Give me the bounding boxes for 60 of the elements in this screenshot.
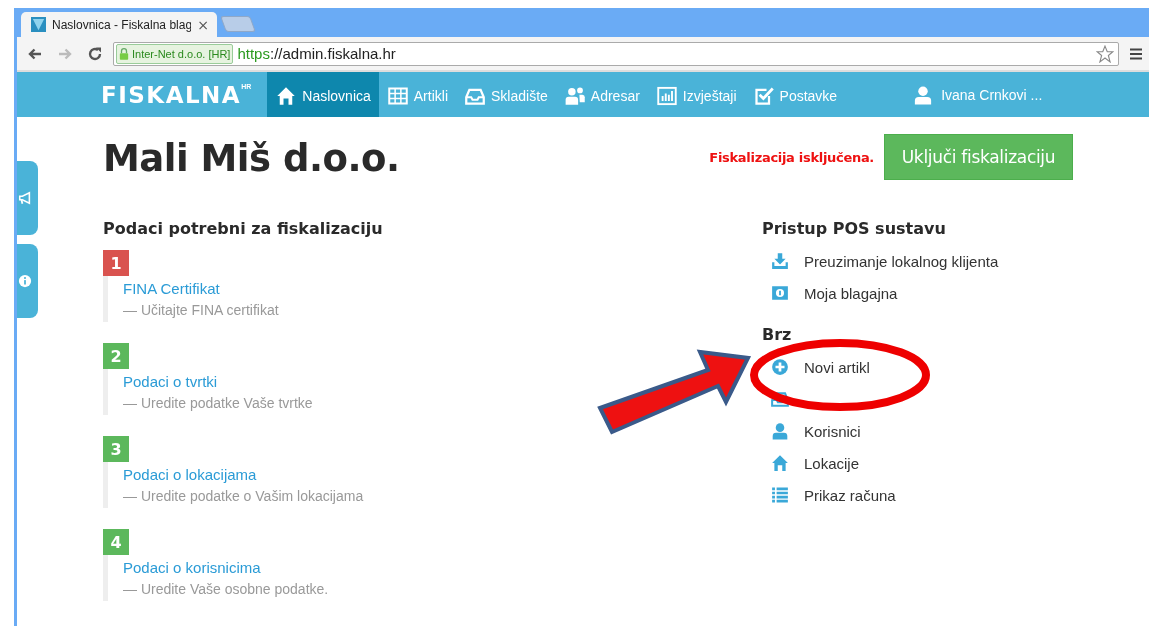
home-icon bbox=[771, 454, 789, 472]
enable-fiscalization-button[interactable]: Uključi fiskalizaciju bbox=[884, 134, 1073, 180]
users-icon bbox=[564, 85, 585, 106]
company-title: Mali Miš d.o.o. bbox=[103, 137, 400, 180]
info-icon bbox=[17, 274, 32, 288]
user-menu[interactable]: Ivana Crnkovi ... bbox=[913, 72, 1043, 117]
download-icon bbox=[771, 252, 789, 270]
step-number: 3 bbox=[103, 436, 129, 462]
reload-icon[interactable] bbox=[87, 45, 103, 62]
step-link[interactable]: FINA Certifikat bbox=[123, 280, 762, 297]
address-bar[interactable]: Inter-Net d.o.o. [HR] https://admin.fiskalna.hr bbox=[113, 41, 1119, 66]
table-icon bbox=[387, 85, 408, 106]
fiscalization-status: Fiskalizacija isključena. bbox=[709, 149, 874, 165]
nav-tab[interactable]: Skladište bbox=[456, 72, 556, 117]
inbox-icon bbox=[771, 390, 789, 408]
section-heading: Brz bbox=[762, 325, 793, 345]
checkbox-icon bbox=[753, 85, 774, 106]
nav-tab[interactable]: Izvještaji bbox=[647, 72, 745, 117]
url-text: https://admin.fiskalna.hr bbox=[237, 45, 396, 62]
user-icon bbox=[913, 84, 934, 105]
tab-title: Naslovnica - Fiskalna blag bbox=[52, 17, 192, 32]
megaphone-icon bbox=[17, 191, 32, 205]
lock-icon bbox=[119, 46, 129, 61]
step-hint: — Uredite podatke Vaše tvrtke bbox=[123, 395, 314, 411]
section-heading: Pristup POS sustavu bbox=[762, 219, 947, 239]
quick-link[interactable]: Prikaz računa bbox=[804, 486, 896, 504]
nav-tab[interactable]: Postavke bbox=[744, 72, 846, 117]
step-number: 4 bbox=[103, 529, 129, 555]
home-icon bbox=[276, 85, 297, 106]
quick-link[interactable]: Moja blagajna bbox=[804, 284, 898, 302]
quick-link[interactable]: Lokacije bbox=[804, 454, 860, 472]
list-icon bbox=[771, 486, 789, 504]
quick-link[interactable]: Novi artikl bbox=[804, 358, 870, 376]
section-heading: Podaci potrebni za fiskalizaciju bbox=[103, 219, 384, 239]
nav-tab[interactable]: Naslovnica bbox=[267, 72, 379, 117]
step-link[interactable]: Podaci o korisnicima bbox=[123, 559, 762, 576]
security-label: Inter-Net d.o.o. [HR] bbox=[132, 47, 231, 60]
quick-link[interactable]: Preuzimanje lokalnog klijenta bbox=[804, 252, 999, 270]
step-link[interactable]: Podaci o tvrtki bbox=[123, 373, 762, 390]
quick-link[interactable]: Korisnici bbox=[804, 422, 861, 440]
star-icon[interactable] bbox=[1096, 44, 1114, 63]
step-number: 2 bbox=[103, 343, 129, 369]
step-hint: — Uredite Vaše osobne podatke. bbox=[123, 581, 330, 597]
side-tab[interactable] bbox=[17, 244, 38, 318]
logo-text: FISKALNA bbox=[101, 81, 242, 109]
banknote-icon bbox=[771, 284, 789, 302]
favicon-icon bbox=[31, 17, 46, 32]
nav-tab[interactable]: Adresar bbox=[555, 72, 648, 117]
step-number: 1 bbox=[103, 250, 129, 276]
plus-circle-icon bbox=[771, 358, 789, 376]
step-hint: — Učitajte FINA certifikat bbox=[123, 302, 280, 318]
user-icon bbox=[771, 422, 789, 440]
menu-icon[interactable] bbox=[1129, 46, 1143, 61]
step-hint: — Uredite podatke o Vašim lokacijama bbox=[123, 488, 365, 504]
close-icon[interactable]: × bbox=[197, 16, 209, 33]
step-link[interactable]: Podaci o lokacijama bbox=[123, 466, 762, 483]
browser-tab[interactable]: Naslovnica - Fiskalna blag × bbox=[21, 12, 217, 37]
side-tab[interactable] bbox=[17, 161, 38, 235]
chart-icon bbox=[656, 85, 677, 106]
nav-tab[interactable]: Artikli bbox=[378, 72, 456, 117]
